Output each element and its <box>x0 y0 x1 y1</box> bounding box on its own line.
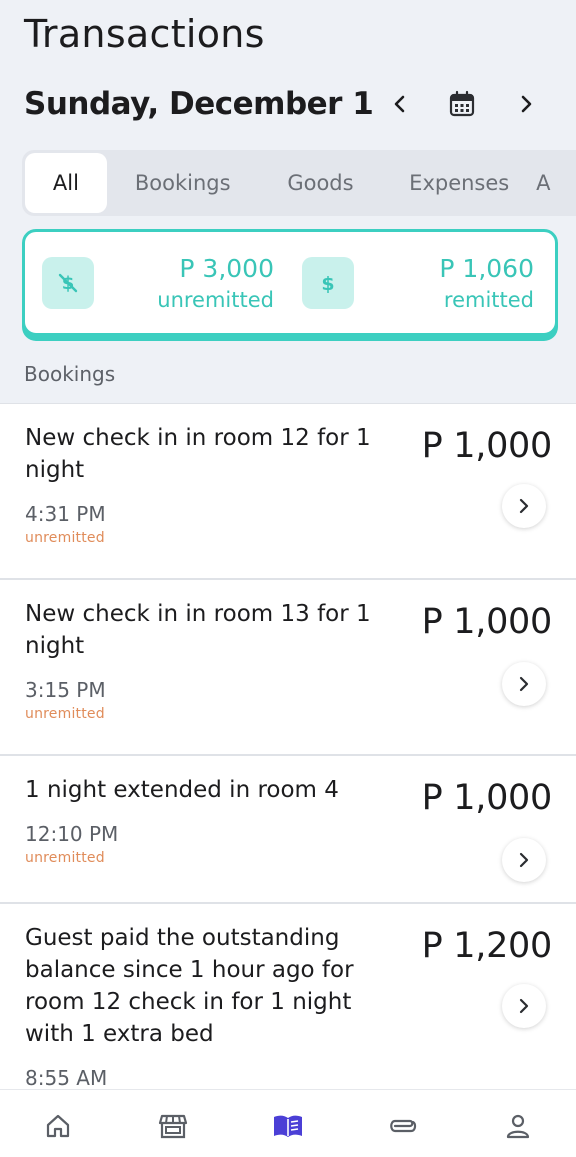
tab-expenses[interactable]: Expenses <box>382 153 536 213</box>
remittance-summary-card: $ P 3,000 unremitted $ P 1,060 remitted <box>22 229 558 336</box>
user-icon <box>506 1114 530 1139</box>
chevron-right-icon <box>519 998 529 1014</box>
paperclip-icon <box>390 1119 417 1133</box>
transaction-description: New check in in room 13 for 1 night <box>25 601 371 659</box>
transaction-description: Guest paid the outstanding balance since… <box>25 925 354 1047</box>
calendar-button[interactable] <box>442 82 482 126</box>
no-dollar-icon: $ <box>58 273 78 294</box>
transaction-status: unremitted <box>25 530 105 546</box>
transaction-amount: P 1,000 <box>421 426 553 466</box>
chevron-right-icon <box>519 498 529 514</box>
remitted-amount: P 1,060 <box>439 254 534 283</box>
tab-goods[interactable]: Goods <box>259 153 383 213</box>
open-transaction-button[interactable] <box>502 984 546 1028</box>
transaction-row[interactable]: 1 night extended in room 4 12:10 PM unre… <box>0 755 576 903</box>
open-transaction-button[interactable] <box>502 484 546 528</box>
dollar-icon: $ <box>321 273 334 295</box>
home-icon <box>46 1114 70 1138</box>
svg-text:$: $ <box>321 273 334 295</box>
previous-day-button[interactable] <box>380 82 420 126</box>
tab-bookings[interactable]: Bookings <box>107 153 259 213</box>
transaction-description: New check in in room 12 for 1 night <box>25 425 371 483</box>
section-label: Bookings <box>24 362 116 386</box>
unremitted-amount: P 3,000 <box>179 254 274 283</box>
transaction-amount: P 1,000 <box>421 602 553 642</box>
bottom-navigation <box>0 1089 576 1157</box>
calendar-icon <box>449 90 475 117</box>
chevron-right-icon <box>521 95 532 113</box>
transaction-amount: P 1,200 <box>421 926 553 966</box>
nav-transactions[interactable] <box>272 1110 304 1142</box>
transaction-row[interactable]: New check in in room 13 for 1 night 3:15… <box>0 579 576 755</box>
transaction-time: 8:55 AM <box>25 1066 108 1090</box>
next-day-button[interactable] <box>506 82 546 126</box>
unremitted-label: unremitted <box>157 288 274 312</box>
tab-partial[interactable]: A <box>536 153 576 213</box>
open-transaction-button[interactable] <box>502 838 546 882</box>
nav-profile[interactable] <box>502 1110 534 1142</box>
nav-home[interactable] <box>42 1110 74 1142</box>
tab-all[interactable]: All <box>25 153 107 213</box>
nav-store[interactable] <box>157 1110 189 1142</box>
chevron-left-icon <box>394 95 405 113</box>
transaction-row[interactable]: Guest paid the outstanding balance since… <box>0 903 576 1103</box>
remitted-icon-badge: $ <box>302 257 354 309</box>
transaction-row[interactable]: New check in in room 12 for 1 night 4:31… <box>0 403 576 579</box>
date-label: Sunday, December 1 <box>24 86 374 122</box>
transaction-status: unremitted <box>25 706 105 722</box>
store-icon <box>158 1114 188 1139</box>
transaction-status: unremitted <box>25 850 105 866</box>
nav-attachments[interactable] <box>387 1110 419 1142</box>
book-icon <box>274 1115 302 1137</box>
filter-tabs: All Bookings Goods Expenses A <box>22 150 576 216</box>
unremitted-icon-badge: $ <box>42 257 94 309</box>
transaction-time: 12:10 PM <box>25 822 119 846</box>
date-header: Sunday, December 1 <box>24 82 554 126</box>
transaction-description: 1 night extended in room 4 <box>25 777 339 803</box>
open-transaction-button[interactable] <box>502 662 546 706</box>
chevron-right-icon <box>519 676 529 692</box>
page-title: Transactions <box>24 12 265 56</box>
chevron-right-icon <box>519 852 529 868</box>
transaction-time: 4:31 PM <box>25 502 106 526</box>
transaction-time: 3:15 PM <box>25 678 106 702</box>
transaction-amount: P 1,000 <box>421 778 553 818</box>
remitted-label: remitted <box>443 288 534 312</box>
